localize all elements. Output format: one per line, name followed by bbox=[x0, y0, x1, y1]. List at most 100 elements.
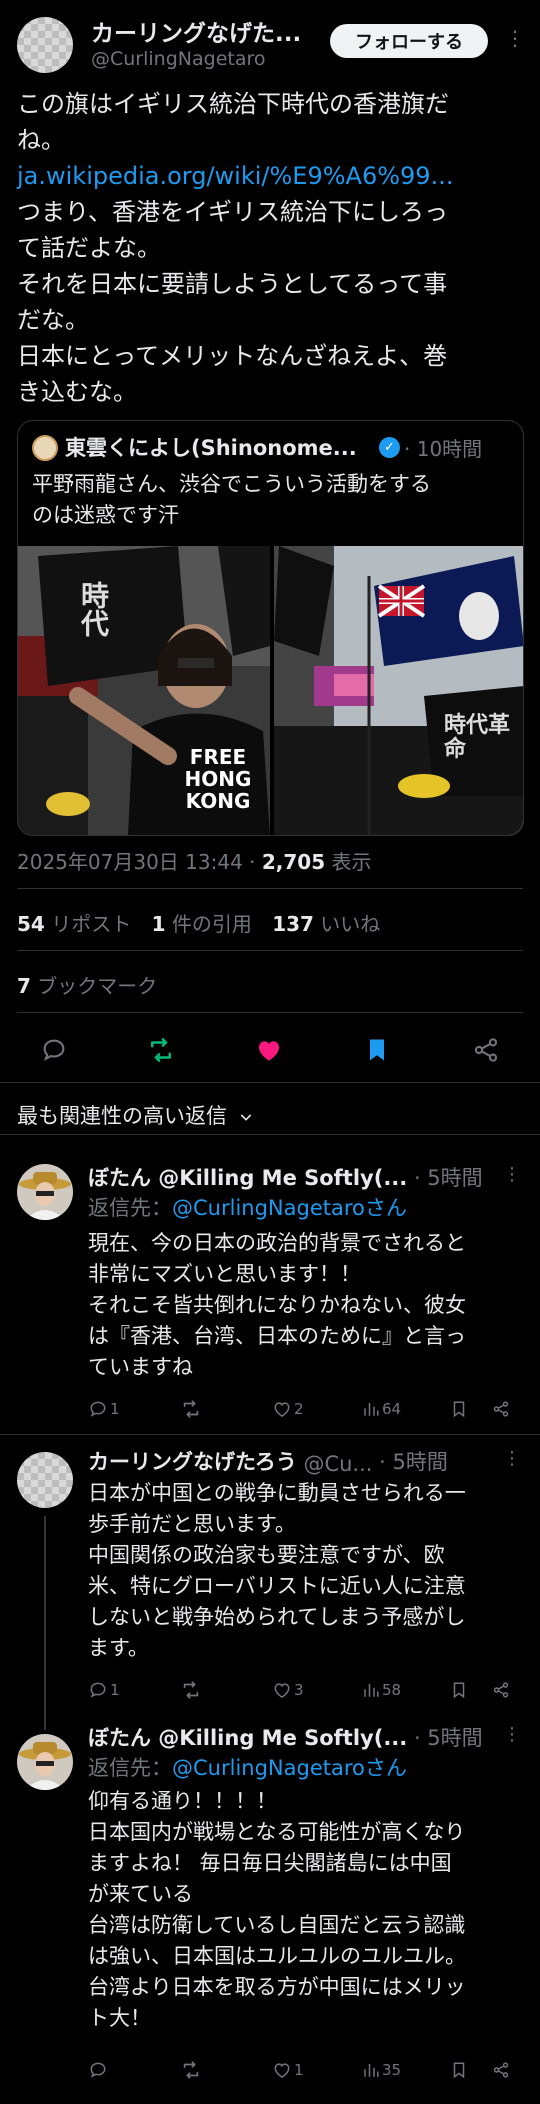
likes-label: いいね bbox=[313, 912, 381, 936]
reply-header: カーリングなげたろう @Cu... · 5時間 bbox=[88, 1446, 448, 1476]
tweet-line: き込むな。 bbox=[17, 378, 137, 406]
quoted-author-name: 東雲くによし(Shinonome... bbox=[65, 436, 357, 460]
analytics-icon bbox=[364, 2064, 379, 2077]
quoted-time: · 10時間 bbox=[404, 437, 483, 461]
reposts-stat[interactable]: 54 リポスト bbox=[17, 912, 131, 936]
divider bbox=[17, 1012, 523, 1013]
like-button[interactable]: 3 bbox=[272, 1678, 304, 1702]
share-button[interactable] bbox=[492, 2058, 510, 2082]
bookmarks-stat[interactable]: 7 ブックマーク bbox=[17, 970, 157, 999]
more-options-icon[interactable]: ⋮ bbox=[503, 1164, 521, 1185]
reply-avatar[interactable] bbox=[17, 1734, 73, 1790]
views-count: 58 bbox=[382, 1681, 402, 1699]
reply-to-handle[interactable]: @CurlingNagetaroさん bbox=[172, 1756, 407, 1780]
reply-author-name[interactable]: ぼたん @Killing Me Softly(... bbox=[88, 1722, 407, 1752]
reposts-label: リポスト bbox=[44, 912, 132, 936]
repost-button[interactable] bbox=[141, 1030, 181, 1070]
reply-icon bbox=[90, 1401, 106, 1417]
engagement-stats: 54 リポスト 1 件の引用 137 いいね bbox=[17, 908, 380, 937]
reply-button[interactable]: 1 bbox=[88, 1678, 120, 1702]
quotes-label: 件の引用 bbox=[165, 912, 252, 936]
share-button[interactable] bbox=[492, 1678, 510, 1702]
repost-button[interactable] bbox=[180, 1397, 204, 1421]
reply-actions: 1 3 58 bbox=[88, 1678, 528, 1702]
repost-icon bbox=[151, 1038, 171, 1062]
more-options-icon[interactable]: ⋮ bbox=[503, 1724, 521, 1745]
bookmark-button[interactable] bbox=[450, 1678, 468, 1702]
author-handle[interactable]: @CurlingNagetaro bbox=[91, 48, 266, 70]
follow-button[interactable]: フォローする bbox=[330, 24, 488, 58]
flag-text-left: 時代 bbox=[77, 581, 110, 637]
repost-button[interactable] bbox=[180, 1678, 204, 1702]
divider bbox=[0, 1434, 540, 1435]
shirt-text: FREE HONG KONG bbox=[184, 745, 252, 813]
quoted-photo-right[interactable]: 時代革命 bbox=[274, 546, 523, 835]
flag-text-right: 時代革命 bbox=[444, 713, 511, 762]
heart-icon bbox=[274, 2063, 290, 2078]
more-options-icon[interactable]: ⋮ bbox=[505, 26, 525, 50]
divider bbox=[0, 1134, 540, 1135]
reply-author-handle[interactable]: @Cu... bbox=[303, 1452, 372, 1476]
reply-avatar[interactable] bbox=[17, 1452, 73, 1508]
tweet-line: 日本にとってメリットなんざねえよ、巻 bbox=[17, 342, 448, 370]
views-button[interactable]: 64 bbox=[362, 1397, 401, 1421]
reply-line: 仰有る通り！！！！ bbox=[88, 1789, 277, 1813]
reply-line: ト大！ bbox=[88, 2006, 151, 2030]
reply-to-handle[interactable]: @CurlingNagetaroさん bbox=[172, 1196, 407, 1220]
reply-line: が来ている bbox=[88, 1882, 193, 1906]
reply-line: 日本が中国との戦争に動員させられる一 bbox=[88, 1481, 466, 1505]
like-count: 1 bbox=[294, 2061, 304, 2079]
bookmarks-label: ブックマーク bbox=[30, 974, 158, 998]
quotes-stat[interactable]: 1 件の引用 bbox=[152, 912, 252, 936]
timestamp-text[interactable]: 2025年07月30日 13:44 · bbox=[17, 850, 262, 874]
reply-line: ますよね！ 毎日毎日尖閣諸島には中国 bbox=[88, 1851, 452, 1875]
tweet-link[interactable]: ja.wikipedia.org/wiki/%E9%A6%99... bbox=[17, 158, 527, 194]
reply-line: は『香港、台湾、日本のために』と言っ bbox=[88, 1324, 466, 1348]
reply-line: 現在、今の日本の政治的背景でされると bbox=[88, 1231, 466, 1255]
reply-author-name[interactable]: ぼたん @Killing Me Softly(... bbox=[88, 1162, 407, 1192]
bookmark-icon bbox=[453, 1682, 465, 1699]
reply-button[interactable]: 1 bbox=[88, 1397, 120, 1421]
tweet-line: つまり、香港をイギリス統治下にしろっ bbox=[17, 198, 449, 226]
repost-icon bbox=[183, 1400, 199, 1418]
author-display-name[interactable]: カーリングなげた... bbox=[91, 14, 311, 48]
more-options-icon[interactable]: ⋮ bbox=[503, 1448, 521, 1469]
tweet-header: カーリングなげた... @CurlingNagetaro フォローする ⋮ bbox=[0, 0, 540, 90]
reply-sort-dropdown[interactable]: 最も関連性の高い返信 bbox=[17, 1100, 254, 1130]
reply-time: · 5時間 bbox=[413, 1726, 483, 1750]
quoted-photo-left[interactable]: FREE HONG KONG 時代 bbox=[18, 546, 270, 835]
bookmark-button[interactable] bbox=[450, 2058, 468, 2082]
reply-line: 台湾は防衛しているし自国だと云う認識 bbox=[88, 1913, 466, 1937]
tweet-line: て話だよな。 bbox=[17, 234, 161, 262]
reply-line: は強い、日本国はユルユルのユルユル。 bbox=[88, 1944, 466, 1968]
tweet-text: この旗はイギリス統治下時代の香港旗だ ね。 ja.wikipedia.org/w… bbox=[17, 86, 527, 410]
views-button[interactable]: 58 bbox=[362, 1678, 401, 1702]
repost-button[interactable] bbox=[180, 2058, 204, 2082]
share-icon bbox=[474, 1038, 498, 1062]
reply-header: ぼたん @Killing Me Softly(... · 5時間 bbox=[88, 1162, 483, 1192]
like-button[interactable]: 2 bbox=[272, 1397, 304, 1421]
views-button[interactable]: 35 bbox=[362, 2058, 401, 2082]
share-icon bbox=[493, 1401, 509, 1417]
reply-button[interactable] bbox=[34, 1030, 74, 1070]
reply-avatar[interactable] bbox=[17, 1164, 73, 1220]
reply-line: 中国関係の政治家も要注意ですが、欧 bbox=[88, 1543, 445, 1567]
share-button[interactable] bbox=[466, 1030, 506, 1070]
share-button[interactable] bbox=[492, 1397, 510, 1421]
quoted-line: のは迷惑です汗 bbox=[32, 503, 179, 527]
heart-icon bbox=[274, 1402, 290, 1417]
reply-button[interactable] bbox=[88, 2058, 110, 2082]
like-button[interactable]: 1 bbox=[272, 2058, 304, 2082]
likes-stat[interactable]: 137 いいね bbox=[272, 912, 380, 936]
quoted-author-avatar bbox=[32, 435, 58, 461]
reply-author-name[interactable]: カーリングなげたろう bbox=[88, 1446, 297, 1476]
bookmark-button[interactable] bbox=[357, 1030, 397, 1070]
views-count: 35 bbox=[382, 2061, 402, 2079]
reply-line: ます。 bbox=[88, 1636, 149, 1660]
avatar-image bbox=[17, 1734, 73, 1790]
bookmark-button[interactable] bbox=[450, 1397, 468, 1421]
heart-icon bbox=[274, 1683, 290, 1698]
like-button[interactable] bbox=[249, 1030, 289, 1070]
quoted-tweet-card[interactable]: 東雲くによし(Shinonome... ✓ · 10時間 平野雨龍さん、渋谷でこ… bbox=[17, 420, 524, 836]
author-avatar[interactable] bbox=[17, 17, 73, 73]
